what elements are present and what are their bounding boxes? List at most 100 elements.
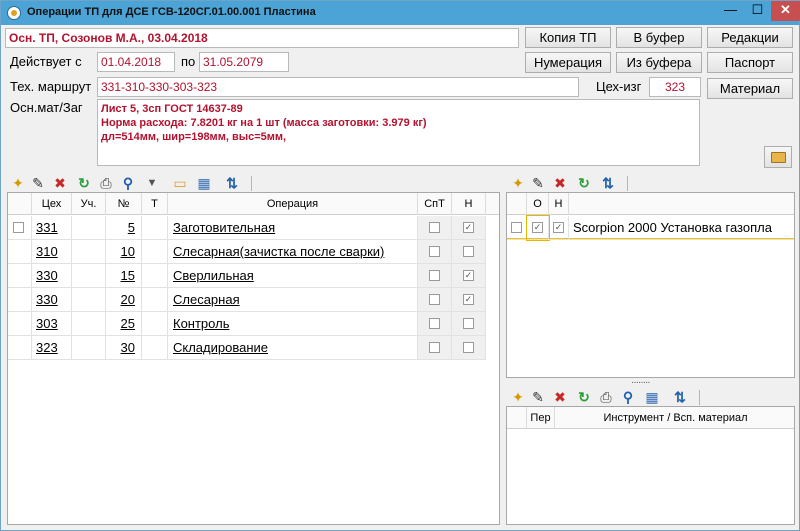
spt-cell[interactable] xyxy=(418,312,452,336)
table-row[interactable]: 330 20 Слесарная ✓ xyxy=(8,288,499,312)
spt-checkbox[interactable] xyxy=(429,222,440,233)
eq-sort-icon[interactable]: ⇅ xyxy=(599,174,617,192)
equipment-name-cell[interactable]: Scorpion 2000 Установка газопла xyxy=(569,216,794,240)
n-cell[interactable] xyxy=(452,336,486,360)
section-cell[interactable] xyxy=(72,336,106,360)
eq-delete-icon[interactable]: ✖ xyxy=(551,174,569,192)
spt-checkbox[interactable] xyxy=(429,294,440,305)
find-icon[interactable]: ⚲ xyxy=(119,174,137,192)
n-checkbox[interactable] xyxy=(463,318,474,329)
to-buffer-button[interactable]: В буфер xyxy=(616,27,702,48)
table-row[interactable]: 330 15 Сверлильная ✓ xyxy=(8,264,499,288)
sort-icon[interactable]: ⇅ xyxy=(223,174,241,192)
section-cell[interactable] xyxy=(72,312,106,336)
filter-icon[interactable]: ▼ xyxy=(143,174,161,192)
row-select-cell[interactable] xyxy=(8,312,32,336)
spt-cell[interactable] xyxy=(418,216,452,240)
number-cell[interactable]: 10 xyxy=(106,240,142,264)
operation-cell[interactable]: Контроль xyxy=(168,312,418,336)
folder-toolbar-icon[interactable]: ▭ xyxy=(171,174,189,192)
refresh-icon[interactable]: ↻ xyxy=(75,174,93,192)
n-cell[interactable] xyxy=(452,312,486,336)
type-cell[interactable] xyxy=(142,264,168,288)
col-tool-name[interactable]: Инструмент / Всп. материал xyxy=(555,407,794,429)
material-memo[interactable]: Лист 5, 3сп ГОСТ 14637-89 Норма расхода:… xyxy=(97,99,700,166)
spt-cell[interactable] xyxy=(418,288,452,312)
number-cell[interactable]: 25 xyxy=(106,312,142,336)
passport-button[interactable]: Паспорт xyxy=(707,52,793,73)
type-cell[interactable] xyxy=(142,240,168,264)
row-select-cell[interactable] xyxy=(8,336,32,360)
operation-cell[interactable]: Слесарная(зачистка после сварки) xyxy=(168,240,418,264)
eq-n-cell[interactable]: ✓ xyxy=(549,216,569,240)
splitter-handle[interactable]: ········ xyxy=(631,377,651,388)
col-per[interactable]: Пер xyxy=(527,407,555,429)
spt-cell[interactable] xyxy=(418,264,452,288)
tool-find-icon[interactable]: ⚲ xyxy=(619,388,637,406)
row-select-cell[interactable] xyxy=(8,288,32,312)
spt-checkbox[interactable] xyxy=(429,318,440,329)
material-button[interactable]: Материал xyxy=(707,78,793,99)
n-checkbox[interactable]: ✓ xyxy=(463,294,474,305)
route-field[interactable]: 331-310-330-303-323 xyxy=(97,77,579,97)
table-row[interactable]: 303 25 Контроль xyxy=(8,312,499,336)
view-icon[interactable]: ▦ xyxy=(195,174,213,192)
number-cell[interactable]: 15 xyxy=(106,264,142,288)
type-cell[interactable] xyxy=(142,336,168,360)
col-section[interactable]: Уч. xyxy=(72,193,106,215)
tool-print-icon[interactable]: ⎙ xyxy=(597,388,615,406)
main-tp-field[interactable]: Осн. ТП, Созонов М.А., 03.04.2018 xyxy=(5,28,519,48)
o-cell[interactable]: ✓ xyxy=(526,215,550,241)
eq-select-checkbox[interactable] xyxy=(511,222,522,233)
col-shop[interactable]: Цех xyxy=(32,193,72,215)
section-cell[interactable] xyxy=(72,288,106,312)
shop-maker-field[interactable]: 323 xyxy=(649,77,701,97)
tool-view-icon[interactable]: ▦ xyxy=(643,388,661,406)
table-row[interactable]: 323 30 Складирование xyxy=(8,336,499,360)
tool-sort-icon[interactable]: ⇅ xyxy=(671,388,689,406)
spt-checkbox[interactable] xyxy=(429,246,440,257)
n-cell[interactable]: ✓ xyxy=(452,288,486,312)
n-checkbox[interactable]: ✓ xyxy=(463,222,474,233)
col-type[interactable]: Т xyxy=(142,193,168,215)
operation-cell[interactable]: Заготовительная xyxy=(168,216,418,240)
equipment-row[interactable]: ✓ ✓ Scorpion 2000 Установка газопла xyxy=(507,215,794,241)
shop-cell[interactable]: 330 xyxy=(32,264,72,288)
col-eq-n[interactable]: Н xyxy=(549,193,569,215)
edit-icon[interactable]: ✎ xyxy=(29,174,47,192)
n-cell[interactable]: ✓ xyxy=(452,216,486,240)
row-select-cell[interactable] xyxy=(8,264,32,288)
n-cell[interactable]: ✓ xyxy=(452,264,486,288)
minimize-button[interactable]: — xyxy=(717,1,744,21)
close-button[interactable]: ✕ xyxy=(771,1,800,21)
tool-edit-icon[interactable]: ✎ xyxy=(529,388,547,406)
tool-new-icon[interactable]: ✦ xyxy=(509,388,527,406)
shop-cell[interactable]: 323 xyxy=(32,336,72,360)
number-cell[interactable]: 5 xyxy=(106,216,142,240)
number-cell[interactable]: 30 xyxy=(106,336,142,360)
col-n[interactable]: Н xyxy=(452,193,486,215)
eq-n-checkbox[interactable]: ✓ xyxy=(553,222,564,233)
row-select-checkbox[interactable] xyxy=(13,222,24,233)
table-row[interactable]: 331 5 Заготовительная ✓ xyxy=(8,216,499,240)
n-checkbox[interactable]: ✓ xyxy=(463,270,474,281)
n-cell[interactable] xyxy=(452,240,486,264)
row-select-cell[interactable] xyxy=(8,240,32,264)
col-spt[interactable]: СпТ xyxy=(418,193,452,215)
eq-edit-icon[interactable]: ✎ xyxy=(529,174,547,192)
print-icon[interactable]: ⎙ xyxy=(97,174,115,192)
maximize-button[interactable]: ☐ xyxy=(744,1,771,21)
valid-to-field[interactable]: 31.05.2079 xyxy=(199,52,289,72)
tool-refresh-icon[interactable]: ↻ xyxy=(575,388,593,406)
number-cell[interactable]: 20 xyxy=(106,288,142,312)
open-folder-button[interactable] xyxy=(764,146,792,168)
n-checkbox[interactable] xyxy=(463,246,474,257)
operation-cell[interactable]: Слесарная xyxy=(168,288,418,312)
col-number[interactable]: № xyxy=(106,193,142,215)
spt-cell[interactable] xyxy=(418,240,452,264)
section-cell[interactable] xyxy=(72,216,106,240)
spt-checkbox[interactable] xyxy=(429,342,440,353)
spt-cell[interactable] xyxy=(418,336,452,360)
section-cell[interactable] xyxy=(72,240,106,264)
shop-cell[interactable]: 331 xyxy=(32,216,72,240)
